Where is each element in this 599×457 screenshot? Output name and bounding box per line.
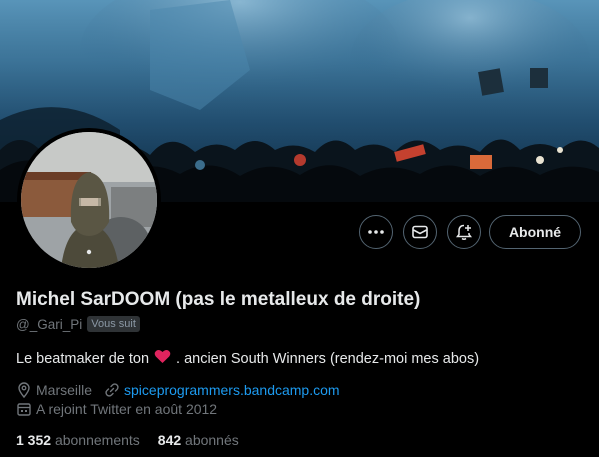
profile-avatar[interactable]: [17, 128, 161, 272]
joined-row: A rejoint Twitter en août 2012: [16, 401, 217, 417]
following-button[interactable]: Abonné: [489, 215, 581, 249]
joined-date: A rejoint Twitter en août 2012: [36, 401, 218, 417]
message-button[interactable]: [403, 215, 437, 249]
heart-emoji-icon: [154, 349, 171, 368]
bio-text-start: Le beatmaker de ton: [16, 350, 150, 367]
more-options-button[interactable]: [359, 215, 393, 249]
profile-bio: Le beatmaker de ton . ancien South Winne…: [16, 349, 479, 368]
mail-icon: [412, 225, 428, 239]
followers-label: abonnés: [185, 432, 239, 448]
bio-text-end: . ancien South Winners (rendez-moi mes a…: [176, 350, 480, 367]
follows-you-badge: Vous suit: [87, 316, 140, 332]
following-link[interactable]: 1 352 abonnements: [16, 432, 140, 448]
bell-plus-icon: [456, 224, 472, 240]
follow-stats: 1 352 abonnements 842 abonnés: [16, 432, 257, 448]
profile-meta-row: Marseille spiceprogrammers.bandcamp.com: [16, 382, 340, 398]
handle-row: @_Gari_Pi Vous suit: [16, 316, 140, 332]
more-icon: [368, 230, 384, 234]
calendar-icon: [16, 401, 32, 417]
followers-link[interactable]: 842 abonnés: [158, 432, 239, 448]
notifications-button[interactable]: [447, 215, 481, 249]
following-count: 1 352: [16, 432, 52, 448]
location-text: Marseille: [36, 382, 93, 398]
followers-count: 842: [157, 432, 182, 448]
user-handle: @_Gari_Pi: [16, 316, 83, 332]
location-icon: [16, 382, 32, 398]
display-name: Michel SarDOOM (pas le metalleux de droi…: [16, 289, 421, 310]
website-link[interactable]: spiceprogrammers.bandcamp.com: [124, 382, 340, 398]
link-icon: [104, 382, 120, 398]
following-label: abonnements: [54, 432, 140, 448]
avatar-image: [21, 132, 157, 268]
